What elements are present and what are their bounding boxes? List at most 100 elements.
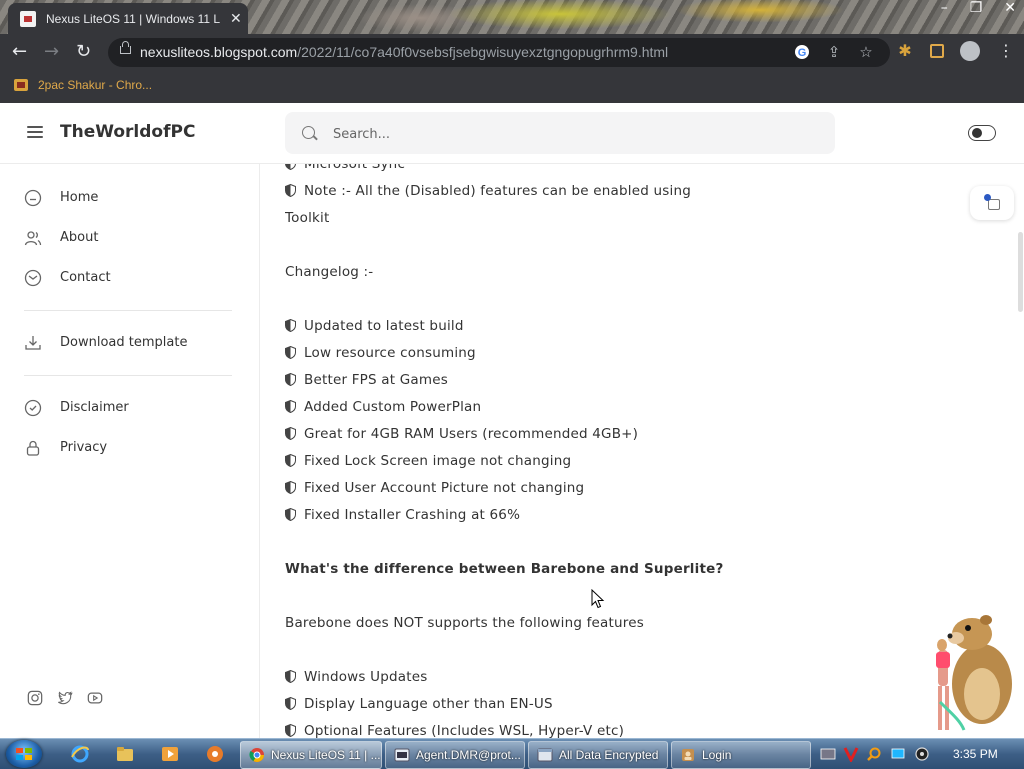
lock-icon[interactable] <box>120 41 131 54</box>
taskbar-button-label: Login <box>702 748 732 762</box>
taskbar-button-label: All Data Encrypted <box>559 748 659 762</box>
app-launcher-icon[interactable] <box>205 744 225 764</box>
shield-bullet-icon <box>285 319 296 332</box>
file-explorer-icon[interactable] <box>115 744 135 764</box>
maximize-icon[interactable]: ❐ <box>970 0 983 16</box>
tray-antivirus-icon[interactable] <box>843 746 859 762</box>
browser-toolbar: ← → ↻ nexusliteos.blogspot.com/2022/11/c… <box>0 34 1024 71</box>
page-scrollbar[interactable] <box>1018 232 1023 312</box>
profile-avatar-icon[interactable] <box>960 41 980 61</box>
sidebar-item-download-template[interactable]: Download template <box>24 333 187 353</box>
sidebar-item-about[interactable]: About <box>24 228 98 248</box>
shield-bullet-icon <box>285 184 296 197</box>
hamburger-menu-icon[interactable] <box>27 126 43 138</box>
list-item: Updated to latest build <box>285 318 464 334</box>
share-icon[interactable]: ⇪ <box>826 44 842 60</box>
bookmark-favicon-icon <box>14 79 28 91</box>
window-icon <box>537 748 553 762</box>
sidebar-item-privacy[interactable]: Privacy <box>24 438 107 458</box>
login-icon <box>682 749 694 761</box>
search-icon <box>302 126 315 139</box>
list-item: Display Language other than EN-US <box>285 696 553 712</box>
media-player-icon[interactable] <box>160 744 180 764</box>
extensions-puzzle-icon[interactable]: ✱ <box>896 42 914 60</box>
twitter-icon[interactable] <box>56 690 74 706</box>
list-item: Fixed Lock Screen image not changing <box>285 453 571 469</box>
shield-bullet-icon <box>285 508 296 521</box>
mouse-pointer-icon <box>591 589 605 609</box>
url-text[interactable]: nexusliteos.blogspot.com/2022/11/co7a40f… <box>140 44 668 60</box>
floating-chat-button[interactable] <box>970 186 1014 220</box>
minimize-icon[interactable]: – <box>941 0 948 16</box>
dark-mode-toggle[interactable] <box>968 125 996 141</box>
taskbar-button-login[interactable]: Login <box>671 741 811 769</box>
chrome-menu-icon[interactable]: ⋮ <box>998 41 1014 60</box>
shield-bullet-icon <box>285 670 296 683</box>
shield-bullet-icon <box>285 164 296 170</box>
windows-taskbar: Nexus LiteOS 11 | ... Agent.DMR@prot... … <box>0 738 1024 769</box>
sidebar-item-label: Home <box>60 190 99 205</box>
list-item: Great for 4GB RAM Users (recommended 4GB… <box>285 426 638 442</box>
sidebar-item-label: About <box>60 230 99 245</box>
shield-check-icon <box>24 399 42 417</box>
svg-text:G: G <box>798 47 807 59</box>
download-icon <box>25 336 41 350</box>
text-line: Changelog :- <box>285 264 374 280</box>
desktop-mascot-icon <box>936 615 1012 731</box>
shield-bullet-icon <box>285 481 296 494</box>
tray-search-icon[interactable] <box>866 746 882 762</box>
site-title[interactable]: TheWorldofPC <box>60 122 195 142</box>
site-header: TheWorldofPC <box>0 103 1024 164</box>
text-line: Toolkit <box>285 210 330 226</box>
search-input[interactable] <box>331 123 815 145</box>
browser-tab-strip: Nexus LiteOS 11 | Windows 11 L ✕ – ❐ ✕ <box>0 0 1024 34</box>
tray-display-icon[interactable] <box>890 746 906 762</box>
sidebar-item-disclaimer[interactable]: Disclaimer <box>24 398 129 418</box>
taskbar-button-agent[interactable]: Agent.DMR@prot... <box>385 741 525 769</box>
chat-window-icon <box>988 199 1000 210</box>
shield-bullet-icon <box>285 724 296 737</box>
tray-volume-icon[interactable] <box>914 746 930 762</box>
sidebar-item-label: Download template <box>60 335 188 350</box>
address-bar[interactable]: nexusliteos.blogspot.com/2022/11/co7a40f… <box>108 38 890 67</box>
bookmark-item[interactable]: 2pac Shakur - Chro... <box>14 78 152 92</box>
list-item: Fixed User Account Picture not changing <box>285 480 584 496</box>
instagram-icon[interactable] <box>26 690 44 706</box>
tray-network-icon[interactable] <box>820 746 836 762</box>
bookmark-star-icon[interactable]: ☆ <box>858 44 874 60</box>
social-links <box>26 690 104 706</box>
sidebar-item-contact[interactable]: Contact <box>24 268 111 288</box>
home-icon <box>24 189 42 207</box>
start-button-icon[interactable] <box>6 740 42 768</box>
search-box[interactable] <box>285 112 835 154</box>
taskbar-button-chrome[interactable]: Nexus LiteOS 11 | ... <box>240 741 382 769</box>
sidebar-item-label: Disclaimer <box>60 400 129 415</box>
shield-bullet-icon <box>285 373 296 386</box>
side-panel-icon[interactable] <box>930 44 944 58</box>
tab-close-icon[interactable]: ✕ <box>230 11 242 27</box>
taskbar-button-all-data-encrypted[interactable]: All Data Encrypted <box>528 741 668 769</box>
sidebar: Home About Contact Download template Dis… <box>0 164 260 738</box>
close-window-icon[interactable]: ✕ <box>1004 0 1016 16</box>
sidebar-item-home[interactable]: Home <box>24 188 98 208</box>
google-lens-icon[interactable]: G <box>794 44 810 60</box>
list-item: Low resource consuming <box>285 345 476 361</box>
youtube-icon[interactable] <box>86 690 104 706</box>
forward-arrow-icon[interactable]: → <box>44 42 59 62</box>
list-item: Optional Features (Includes WSL, Hyper-V… <box>285 723 624 738</box>
notification-dot-icon <box>984 194 991 201</box>
list-item: Windows Updates <box>285 669 427 685</box>
shield-bullet-icon <box>285 400 296 413</box>
site-favicon-icon <box>20 10 36 27</box>
list-item: Fixed Installer Crashing at 66% <box>285 507 520 523</box>
shield-bullet-icon <box>285 697 296 710</box>
internet-explorer-icon[interactable] <box>70 744 90 764</box>
bookmark-label: 2pac Shakur - Chro... <box>38 78 153 92</box>
system-clock[interactable]: 3:35 PM <box>953 747 998 761</box>
sidebar-item-label: Privacy <box>60 440 108 455</box>
reload-icon[interactable]: ↻ <box>76 42 91 62</box>
back-arrow-icon[interactable]: ← <box>12 42 27 62</box>
browser-tab-active[interactable]: Nexus LiteOS 11 | Windows 11 L ✕ <box>8 3 248 34</box>
text-line: Barebone does NOT supports the following… <box>285 615 644 631</box>
sidebar-item-label: Contact <box>60 270 111 285</box>
